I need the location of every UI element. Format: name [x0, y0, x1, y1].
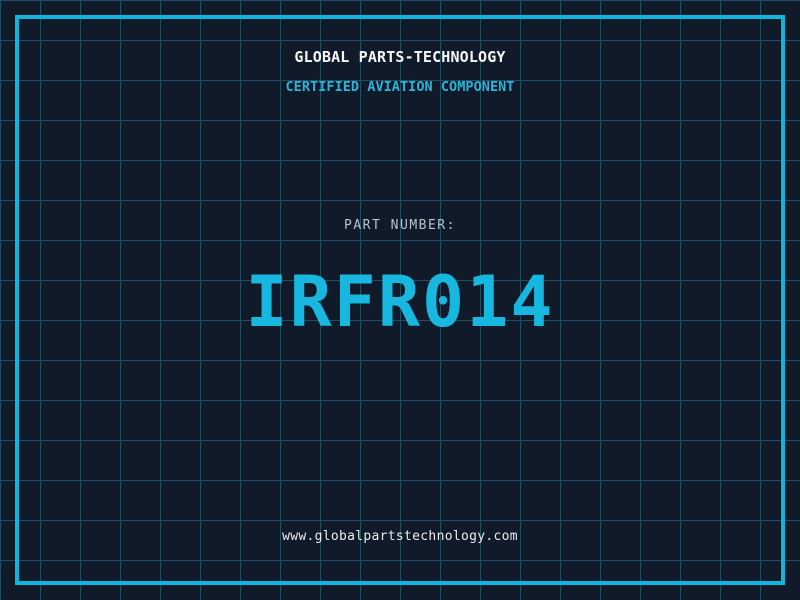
certification-tagline: CERTIFIED AVIATION COMPONENT: [285, 79, 515, 95]
part-number-label: PART NUMBER:: [344, 218, 456, 233]
website-url: www.globalpartstechnology.com: [282, 529, 518, 544]
company-name: GLOBAL PARTS-TECHNOLOGY: [294, 48, 506, 66]
label-background-grid: GLOBAL PARTS-TECHNOLOGY CERTIFIED AVIATI…: [0, 0, 800, 600]
part-number-value: IRFR014: [245, 261, 555, 343]
